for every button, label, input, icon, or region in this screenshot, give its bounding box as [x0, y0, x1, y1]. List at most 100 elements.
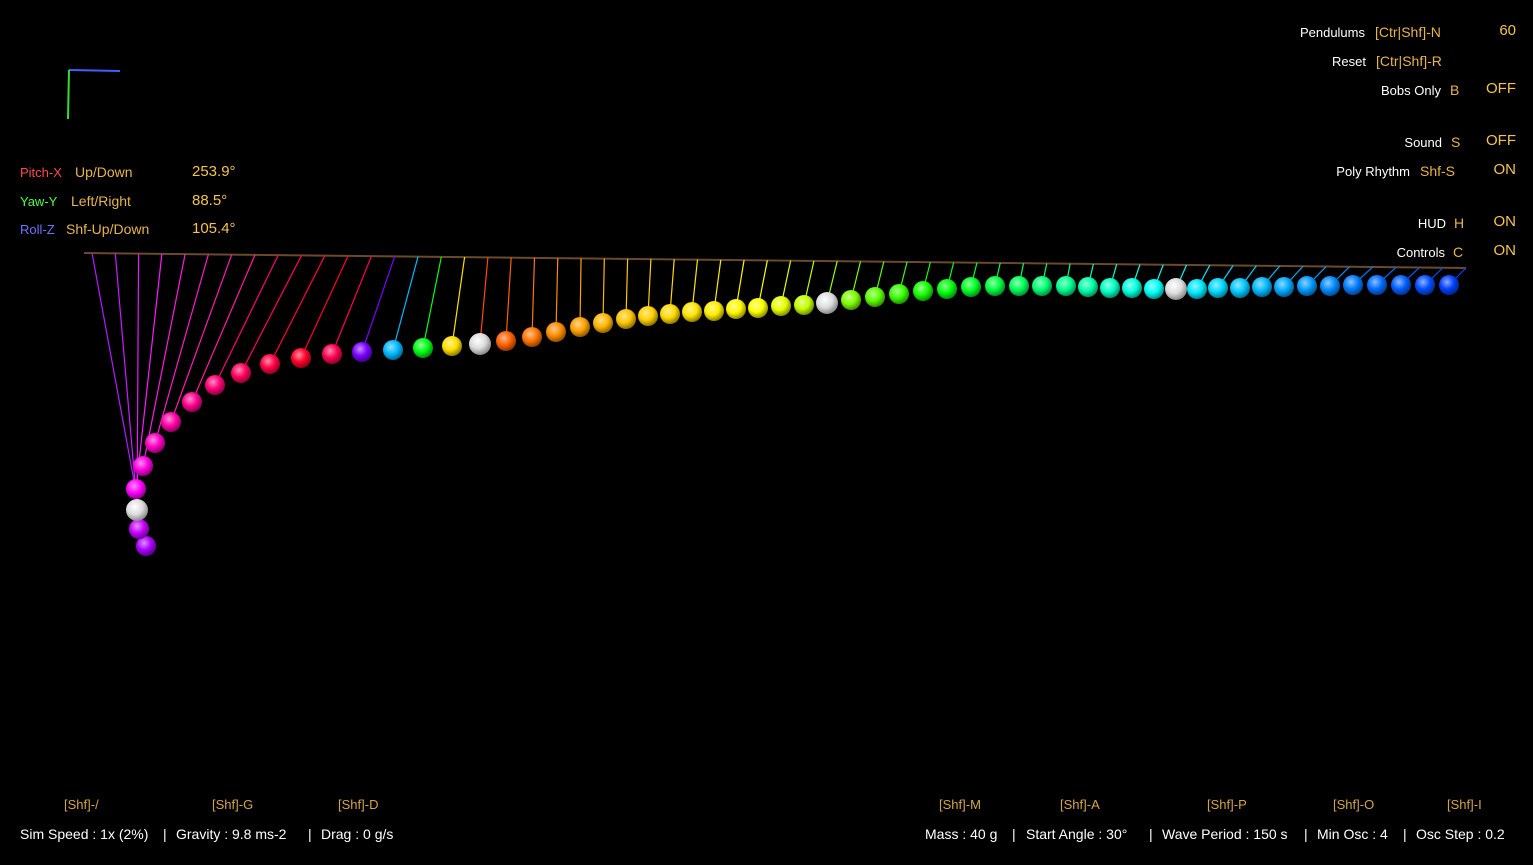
pendulum-bob [496, 331, 516, 351]
pendulum-bob [704, 301, 724, 321]
axis-key-yaw: Left/Right [71, 193, 131, 209]
pendulum-bob [913, 281, 933, 301]
control-label: Reset [1332, 54, 1366, 69]
pendulum-bob [1032, 276, 1052, 296]
hotkey-mass[interactable]: [Shf]-M [939, 797, 981, 812]
gizmo-y-axis [67, 69, 70, 120]
status-separator: | [308, 826, 312, 842]
control-label: Sound [1404, 135, 1442, 150]
axis-name-yaw: Yaw-Y [20, 194, 58, 209]
hotkey-speed[interactable]: [Shf]-/ [64, 797, 99, 812]
pendulum-bob [841, 290, 861, 310]
control-key: C [1453, 244, 1464, 260]
pendulum-string [422, 256, 442, 349]
pendulum-bobs [126, 275, 1459, 556]
pendulum-bob [726, 299, 746, 319]
pendulum-bob [145, 433, 165, 453]
pendulum-bob [1391, 275, 1411, 295]
pendulum-bob [1343, 275, 1363, 295]
status-separator: | [1403, 826, 1407, 842]
pendulum-bob [1122, 278, 1142, 298]
pendulum-bob [1144, 279, 1164, 299]
pendulum-bob [1230, 278, 1250, 298]
pendulum-bob [1165, 278, 1187, 300]
pendulum-bob [616, 309, 636, 329]
status-osc-step: Osc Step : 0.2 [1416, 826, 1505, 842]
control-label: Pendulums [1299, 25, 1365, 40]
pendulum-bob [546, 322, 566, 342]
pendulum-bob [961, 277, 981, 297]
pendulum-bob [1252, 277, 1272, 297]
hotkey-period[interactable]: [Shf]-P [1207, 797, 1247, 812]
pendulum-bob [322, 344, 342, 364]
pendulum-string [300, 255, 349, 359]
hotkey-min-osc[interactable]: [Shf]-O [1333, 797, 1374, 812]
status-separator: | [163, 826, 167, 842]
pendulum-bob [383, 340, 403, 360]
status-wave-period: Wave Period : 150 s [1162, 826, 1288, 842]
pendulum-bob [1078, 277, 1098, 297]
pendulum-bob [1367, 275, 1387, 295]
pendulum-bob [126, 479, 146, 499]
hotkey-gravity[interactable]: [Shf]-G [212, 797, 253, 812]
status-separator: | [1149, 826, 1153, 842]
pendulum-bob [1009, 276, 1029, 296]
control-label: Poly Rhythm [1336, 164, 1410, 179]
pendulum-bob [1439, 275, 1459, 295]
simulation-viewport[interactable]: Pitch-X Up/Down 253.9° Yaw-Y Left/Right … [0, 0, 1533, 865]
pendulum-bob [182, 392, 202, 412]
pendulum-bob [1100, 278, 1120, 298]
control-value: ON [1493, 242, 1517, 259]
control-label: HUD [1417, 216, 1446, 231]
pendulum-bob [570, 317, 590, 337]
hotkey-osc-step[interactable]: [Shf]-I [1447, 797, 1482, 812]
status-start-angle: Start Angle : 30° [1026, 826, 1128, 842]
control-label: Controls [1396, 245, 1445, 260]
pendulum-bob [889, 284, 909, 304]
pendulum-bob [352, 342, 372, 362]
pendulum-bob [161, 412, 181, 432]
pendulum-bob [937, 279, 957, 299]
pendulum-bob [794, 295, 814, 315]
pendulum-string [269, 255, 326, 365]
pendulum-string [579, 258, 582, 328]
pendulum-string [505, 257, 512, 342]
hotkey-drag[interactable]: [Shf]-D [338, 797, 378, 812]
axis-name-pitch: Pitch-X [20, 165, 62, 180]
pendulum-bob [291, 348, 311, 368]
status-separator: | [1304, 826, 1308, 842]
pendulum-bob [660, 304, 680, 324]
axis-name-roll: Roll-Z [20, 222, 55, 237]
status-gravity: Gravity : 9.8 ms-2 [176, 826, 287, 842]
pendulum-bob [231, 363, 251, 383]
pendulum-bob [748, 298, 768, 318]
pendulum-bob [638, 306, 658, 326]
status-drag: Drag : 0 g/s [321, 826, 394, 842]
pendulum-bob [1187, 279, 1207, 299]
pendulum-bob [1320, 276, 1340, 296]
axis-value-roll: 105.4° [192, 220, 236, 237]
hotkey-angle[interactable]: [Shf]-A [1060, 797, 1100, 812]
pendulum-bob [1274, 277, 1294, 297]
control-key: [Ctr|Shf]-N [1375, 24, 1441, 40]
status-min-osc: Min Osc : 4 [1317, 826, 1388, 842]
pendulum-bob [985, 276, 1005, 296]
control-key: H [1454, 215, 1465, 231]
control-value: ON [1493, 213, 1517, 230]
control-key: S [1451, 134, 1461, 150]
status-separator: | [1012, 826, 1016, 842]
pendulum-bob [1208, 278, 1228, 298]
pendulum-bob [1056, 276, 1076, 296]
axis-value-pitch: 253.9° [192, 163, 236, 180]
pendulum-bob [129, 519, 149, 539]
pendulum-bob [413, 338, 433, 358]
axis-key-roll: Shf-Up/Down [66, 221, 150, 237]
pendulum-string [479, 257, 489, 345]
pendulum-bob [865, 287, 885, 307]
pendulum-scene [67, 69, 1467, 556]
pendulum-string [531, 257, 536, 338]
control-key: [Ctr|Shf]-R [1376, 53, 1442, 69]
pendulum-bob [1297, 276, 1317, 296]
pendulum-bob [442, 336, 462, 356]
control-value: OFF [1486, 80, 1516, 97]
